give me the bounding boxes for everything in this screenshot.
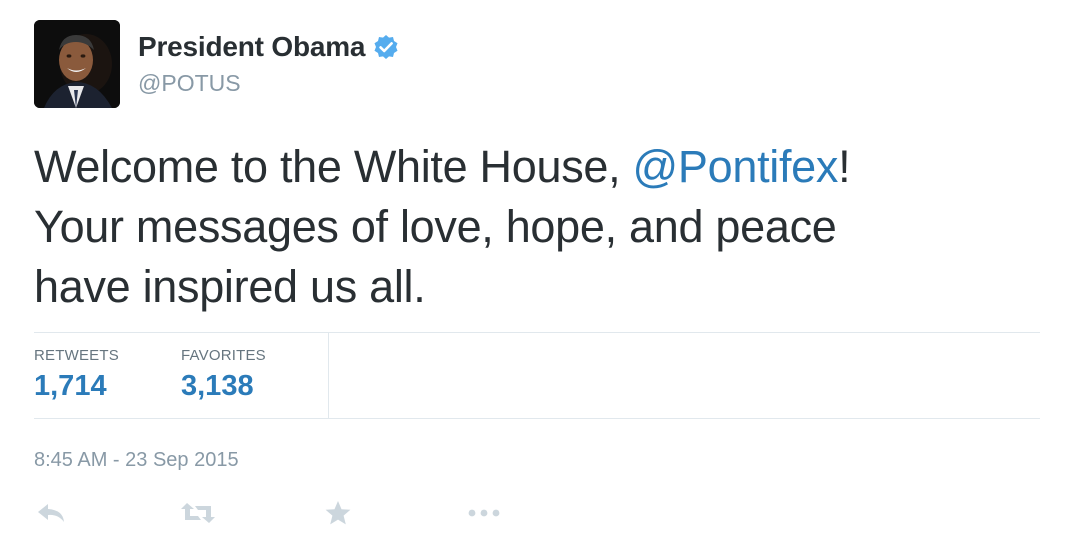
retweets-stat[interactable]: RETWEETS 1,714 xyxy=(34,347,119,403)
tweet-text: Welcome to the White House, @Pontifex! Y… xyxy=(34,137,1034,317)
more-icon xyxy=(468,509,500,517)
stats-divider-bottom xyxy=(34,418,1040,419)
stats-divider-vertical xyxy=(328,332,329,418)
more-options-button[interactable] xyxy=(467,499,503,527)
retweet-button[interactable] xyxy=(180,499,216,527)
tweet-text-line-3: have inspired us all. xyxy=(34,261,426,312)
tweet-text-line-1: Welcome to the White House, @Pontifex! xyxy=(34,137,1034,197)
avatar-photo xyxy=(34,20,120,108)
mention-link[interactable]: @Pontifex xyxy=(633,141,839,192)
tweet-text-after-mention: ! xyxy=(838,141,851,192)
author-display-name[interactable]: President Obama xyxy=(138,31,366,63)
favorites-stat[interactable]: FAVORITES 3,138 xyxy=(181,347,266,403)
tweet-text-before-mention: Welcome to the White House, xyxy=(34,141,633,192)
stats-divider-top xyxy=(34,332,1040,333)
author-avatar[interactable] xyxy=(34,20,120,108)
reply-icon xyxy=(38,504,64,522)
reply-button[interactable] xyxy=(36,499,66,527)
favorite-button[interactable] xyxy=(324,499,352,527)
star-icon xyxy=(325,501,351,525)
retweets-label: RETWEETS xyxy=(34,347,119,364)
retweets-count[interactable]: 1,714 xyxy=(34,370,119,403)
retweet-icon xyxy=(181,503,215,523)
author-name-row[interactable]: President Obama xyxy=(138,31,399,63)
favorites-count[interactable]: 3,138 xyxy=(181,370,266,403)
tweet-text-line-2: Your messages of love, hope, and peace xyxy=(34,201,837,252)
tweet-timestamp[interactable]: 8:45 AM - 23 Sep 2015 xyxy=(34,449,239,472)
author-handle[interactable]: @POTUS xyxy=(138,70,241,97)
verified-badge-icon xyxy=(374,35,398,59)
favorites-label: FAVORITES xyxy=(181,347,266,364)
